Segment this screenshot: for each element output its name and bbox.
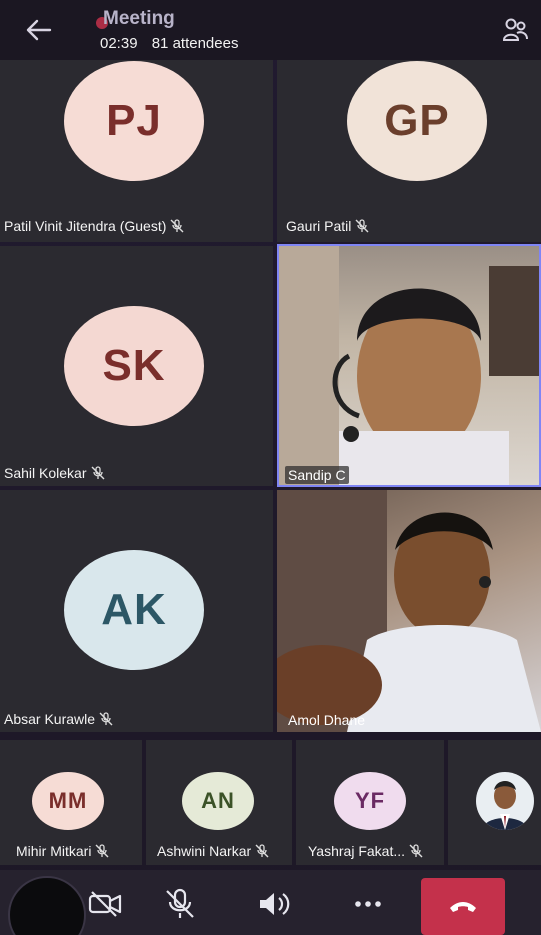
participant-tile[interactable]: SK Sahil Kolekar xyxy=(0,246,273,486)
participant-name: Amol Dhane xyxy=(288,712,366,728)
participant-tile[interactable]: GP Gauri Patil xyxy=(277,60,541,242)
back-arrow-icon[interactable] xyxy=(24,16,54,44)
hang-up-button[interactable] xyxy=(421,878,505,935)
participant-name: Mihir Mitkari xyxy=(16,843,109,859)
participant-tile[interactable]: PJ Patil Vinit Jitendra (Guest) xyxy=(0,60,273,242)
camera-off-icon[interactable] xyxy=(88,888,124,920)
participant-video-tile[interactable]: Sandip C xyxy=(277,244,541,487)
muted-mic-icon xyxy=(355,219,369,233)
avatar: YF xyxy=(334,772,406,830)
muted-mic-icon xyxy=(409,844,423,858)
avatar: SK xyxy=(64,306,204,426)
hang-up-icon xyxy=(450,901,476,912)
participant-name: Sahil Kolekar xyxy=(4,465,105,481)
call-duration: 02:39 xyxy=(100,35,138,52)
avatar: AK xyxy=(64,550,204,670)
participant-name: Yashraj Fakat... xyxy=(308,843,423,859)
participant-name: Ashwini Narkar xyxy=(157,843,269,859)
participant-video-tile[interactable]: Amol Dhane xyxy=(277,490,541,732)
participant-tile[interactable]: YF Yashraj Fakat... xyxy=(296,740,444,865)
meeting-screen: Meeting 02:39 81 attendees PJ Patil Vini… xyxy=(0,0,541,935)
participant-name: Gauri Patil xyxy=(286,218,369,234)
avatar: PJ xyxy=(64,61,204,181)
muted-mic-icon xyxy=(170,219,184,233)
participant-tile[interactable] xyxy=(448,740,541,865)
meeting-status: 02:39 81 attendees xyxy=(100,35,248,52)
participant-tile[interactable]: AK Absar Kurawle xyxy=(0,490,273,732)
avatar: GP xyxy=(347,61,487,181)
muted-mic-icon xyxy=(91,466,104,480)
speaker-icon[interactable] xyxy=(257,888,293,920)
participants-icon[interactable] xyxy=(500,16,530,44)
participant-name: Sandip C xyxy=(285,466,349,484)
participant-name: Patil Vinit Jitendra (Guest) xyxy=(4,218,184,234)
muted-mic-icon xyxy=(95,844,109,858)
participant-tile[interactable]: AN Ashwini Narkar xyxy=(146,740,292,865)
avatar: MM xyxy=(32,772,104,830)
mic-off-icon[interactable] xyxy=(162,888,198,920)
muted-mic-icon xyxy=(255,844,269,858)
avatar: AN xyxy=(182,772,254,830)
profile-photo xyxy=(476,772,534,830)
more-icon[interactable] xyxy=(350,888,386,920)
attendee-count: 81 attendees xyxy=(151,35,239,52)
muted-mic-icon xyxy=(99,712,113,726)
video-feed xyxy=(277,490,541,732)
participant-tile[interactable]: MM Mihir Mitkari xyxy=(0,740,142,865)
meeting-title: Meeting xyxy=(103,8,175,29)
video-feed xyxy=(279,246,539,485)
meeting-header: Meeting 02:39 81 attendees xyxy=(0,0,541,60)
participant-name: Absar Kurawle xyxy=(4,711,113,727)
